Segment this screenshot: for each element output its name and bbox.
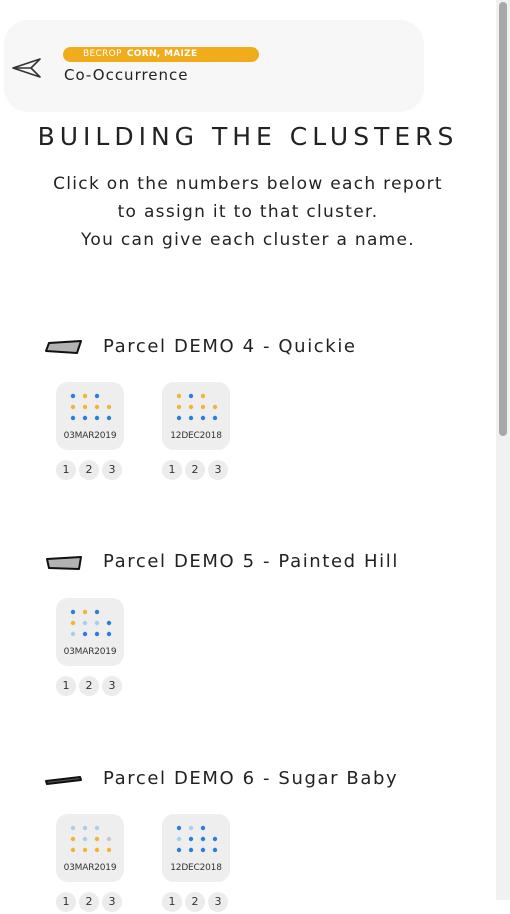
report-date: 03MAR2019 [63, 431, 117, 441]
cluster-buttons: 1 2 3 [162, 892, 234, 914]
cluster-3-button[interactable]: 3 [208, 460, 228, 480]
parcel-name: Parcel DEMO 4 - Quickie [103, 336, 357, 357]
report-date: 12DEC2018 [170, 863, 222, 873]
cluster-3-button[interactable]: 3 [102, 460, 122, 480]
instructions: Click on the numbers below each report t… [0, 170, 496, 254]
badge-crop-label: CORN, MAIZE [126, 49, 198, 59]
cluster-3-button[interactable]: 3 [102, 892, 122, 912]
cluster-2-button[interactable]: 2 [79, 676, 99, 696]
report-date: 03MAR2019 [63, 647, 117, 657]
badge-source-label: BECROP [83, 49, 122, 59]
page-title: BUILDING THE CLUSTERS [37, 122, 459, 151]
report-thumbnail[interactable]: 12DEC2018 [162, 814, 230, 882]
parcel-name: Parcel DEMO 5 - Painted Hill [103, 551, 399, 572]
cluster-1-button[interactable]: 1 [56, 460, 76, 480]
cluster-dots-icon [176, 393, 218, 421]
cluster-buttons: 1 2 3 [56, 892, 128, 914]
cluster-1-button[interactable]: 1 [56, 676, 76, 696]
report-date: 12DEC2018 [170, 431, 222, 441]
report-date: 03MAR2019 [63, 863, 117, 873]
parcel-shape-icon [45, 776, 82, 785]
cluster-1-button[interactable]: 1 [162, 460, 182, 480]
scrollbar-thumb[interactable] [499, 2, 507, 436]
parcel-name: Parcel DEMO 6 - Sugar Baby [103, 768, 399, 789]
cluster-2-button[interactable]: 2 [185, 892, 205, 912]
parcel-shape-icon [45, 340, 82, 354]
crop-badge: BECROP CORN, MAIZE [63, 47, 259, 62]
report-thumbnail[interactable]: 12DEC2018 [162, 382, 230, 450]
cluster-3-button[interactable]: 3 [102, 676, 122, 696]
cluster-dots-icon [70, 825, 112, 853]
instructions-line: to assign it to that cluster. [117, 202, 379, 222]
report-thumbnail[interactable]: 03MAR2019 [56, 814, 124, 882]
parcel-shape-icon [46, 556, 82, 570]
cluster-2-button[interactable]: 2 [79, 460, 99, 480]
report-thumbnail[interactable]: 03MAR2019 [56, 598, 124, 666]
cluster-2-button[interactable]: 2 [79, 892, 99, 912]
cluster-2-button[interactable]: 2 [185, 460, 205, 480]
page-subtitle: Co-Occurrence [64, 66, 189, 84]
cluster-dots-icon [176, 825, 218, 853]
cluster-buttons: 1 2 3 [56, 460, 128, 482]
instructions-line: You can give each cluster a name. [80, 230, 416, 250]
cluster-3-button[interactable]: 3 [208, 892, 228, 912]
cluster-buttons: 1 2 3 [162, 460, 234, 482]
instructions-line: Click on the numbers below each report [53, 174, 443, 194]
back-arrow-icon[interactable] [10, 56, 44, 80]
cluster-dots-icon [70, 609, 112, 637]
cluster-1-button[interactable]: 1 [56, 892, 76, 912]
cluster-buttons: 1 2 3 [56, 676, 128, 698]
cluster-dots-icon [70, 393, 112, 421]
cluster-1-button[interactable]: 1 [162, 892, 182, 912]
report-thumbnail[interactable]: 03MAR2019 [56, 382, 124, 450]
